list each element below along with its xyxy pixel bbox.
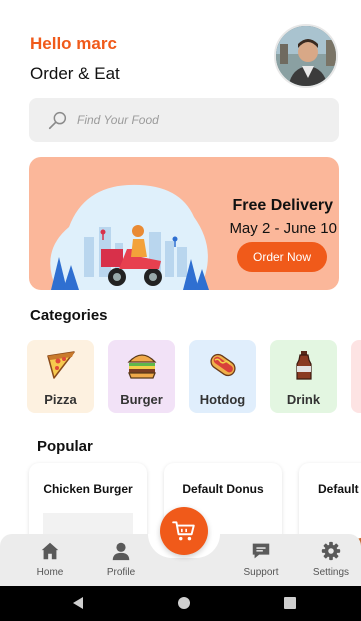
nav-label: Profile [106,567,136,578]
cart-icon [172,521,195,541]
cart-button[interactable] [160,507,208,555]
nav-settings[interactable]: Settings [301,540,361,578]
popular-title: Popular [37,438,93,455]
home-icon [41,542,59,560]
nav-support[interactable]: Support [231,540,291,578]
system-nav-bar [0,586,361,621]
nav-label: Support [243,567,279,578]
app-screen: Hello marc Order & Eat Find Your Food Fr… [0,0,361,621]
back-icon[interactable] [71,596,85,610]
pizza-icon [46,351,75,379]
support-icon [252,543,270,559]
categories-title: Categories [30,307,108,324]
hotdog-icon [209,353,236,377]
search-icon [48,111,67,130]
search-input[interactable] [77,113,317,127]
popular-item-name: Default [318,482,359,496]
promo-banner[interactable]: Free Delivery May 2 - June 10 Order Now [29,157,339,290]
category-pizza[interactable]: Pizza [27,340,94,413]
burger-icon [127,354,156,379]
nav-profile[interactable]: Profile [91,540,151,578]
nav-label: Settings [312,567,350,578]
avatar[interactable] [274,24,338,88]
category-burger[interactable]: Burger [108,340,175,413]
nav-home[interactable]: Home [20,540,80,578]
page-subtitle: Order & Eat [30,64,120,83]
nav-label: Home [36,567,64,578]
category-drink[interactable]: Drink [270,340,337,413]
category-label: Hotdog [199,392,246,407]
recents-icon[interactable] [283,596,297,610]
greeting-text: Hello marc [30,34,117,53]
category-partial[interactable] [351,340,361,413]
order-now-button[interactable]: Order Now [237,242,327,272]
category-label: Pizza [44,392,77,407]
category-label: Drink [286,392,321,407]
home-button-icon[interactable] [177,596,191,610]
delivery-illustration [50,184,209,290]
profile-icon [112,542,130,561]
promo-dates: May 2 - June 10 [229,220,337,237]
drink-icon [295,351,312,380]
category-hotdog[interactable]: Hotdog [189,340,256,413]
avatar-photo [276,26,336,86]
popular-item-name: Chicken Burger [43,482,133,496]
promo-title: Free Delivery [232,197,333,214]
search-bar[interactable] [29,98,339,142]
popular-item-name: Default Donus [182,482,264,496]
settings-icon [321,541,341,561]
category-label: Burger [120,392,163,407]
